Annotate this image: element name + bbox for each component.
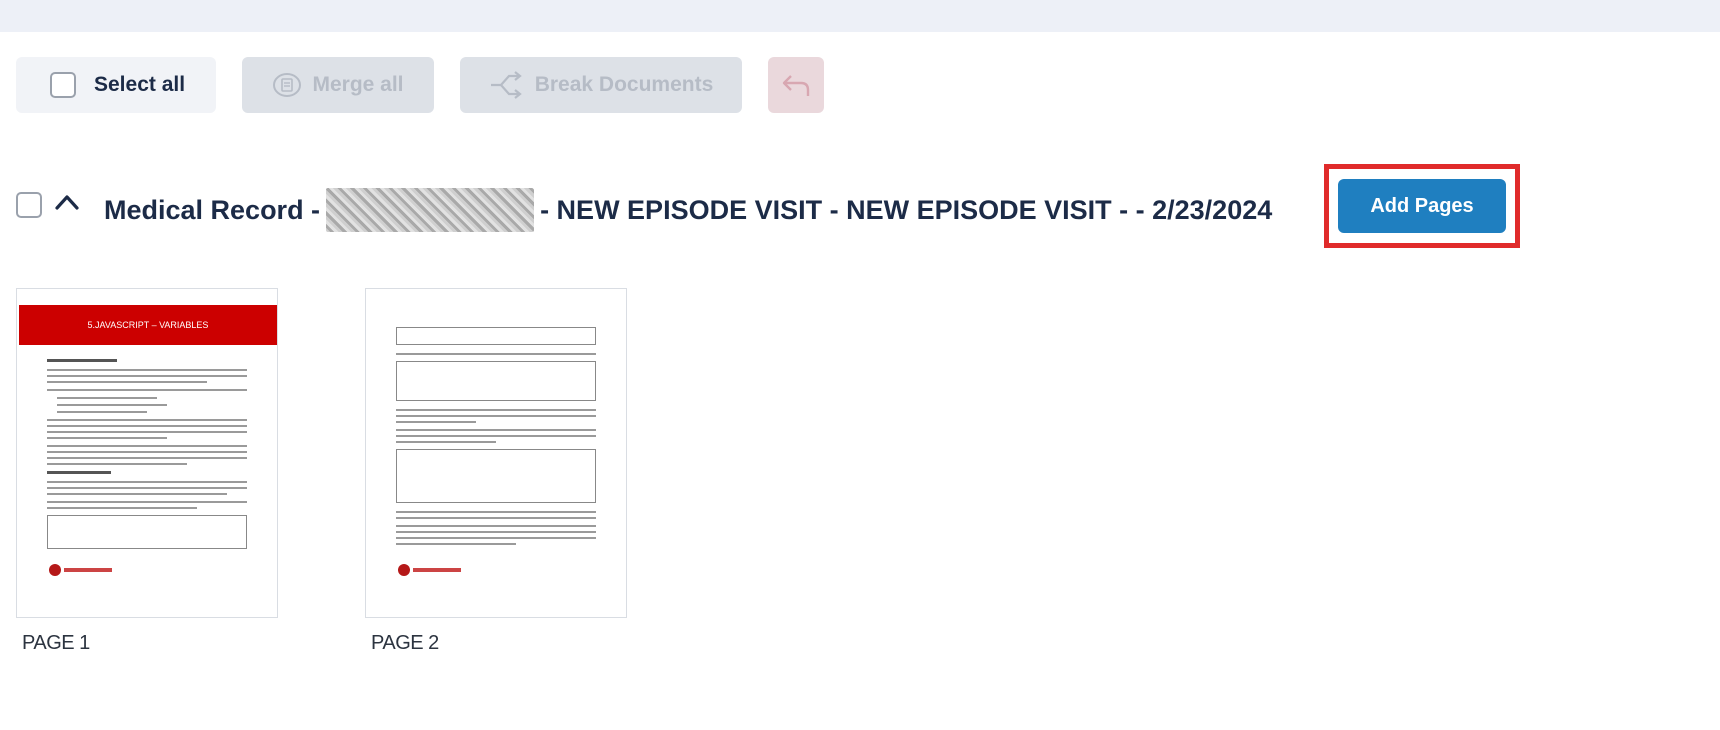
document-header: Medical Record - - NEW EPISODE VISIT - N… (16, 160, 1516, 250)
document-checkbox[interactable] (16, 192, 42, 218)
merge-all-button[interactable]: Merge all (242, 57, 434, 113)
page-banner: 5.JAVASCRIPT – VARIABLES (19, 305, 277, 345)
redacted-patient-info (326, 188, 535, 232)
page-1-label: PAGE 1 (22, 632, 90, 654)
select-all-button[interactable]: Select all (16, 57, 216, 113)
select-all-label: Select all (94, 73, 186, 96)
document-title-prefix: Medical Record - (104, 194, 321, 225)
select-all-checkbox[interactable] (50, 72, 76, 98)
publisher-logo (49, 563, 119, 577)
page-thumbnails: 5.JAVASCRIPT – VARIABLES PAGE 1 PAGE 2 (16, 288, 627, 655)
split-icon (489, 71, 523, 99)
page-2-thumbnail[interactable] (365, 288, 627, 618)
undo-button[interactable] (768, 57, 824, 113)
add-pages-button[interactable]: Add Pages (1338, 179, 1506, 233)
document-title: Medical Record - - NEW EPISODE VISIT - N… (104, 188, 1272, 232)
top-band (0, 0, 1720, 32)
break-documents-button[interactable]: Break Documents (460, 57, 742, 113)
publisher-logo (398, 563, 468, 577)
page-1-thumbnail[interactable]: 5.JAVASCRIPT – VARIABLES (16, 288, 278, 618)
page-2-label: PAGE 2 (371, 632, 439, 654)
undo-icon (781, 72, 811, 98)
page-card: 5.JAVASCRIPT – VARIABLES PAGE 1 (16, 288, 278, 655)
merge-icon (272, 72, 302, 98)
page-card: PAGE 2 (365, 288, 627, 655)
break-documents-label: Break Documents (534, 73, 714, 96)
chevron-up-icon[interactable] (50, 186, 84, 220)
merge-all-label: Merge all (312, 73, 404, 96)
toolbar: Select all Merge all Break Documents (16, 57, 824, 113)
document-title-suffix: - NEW EPISODE VISIT - NEW EPISODE VISIT … (540, 194, 1273, 225)
